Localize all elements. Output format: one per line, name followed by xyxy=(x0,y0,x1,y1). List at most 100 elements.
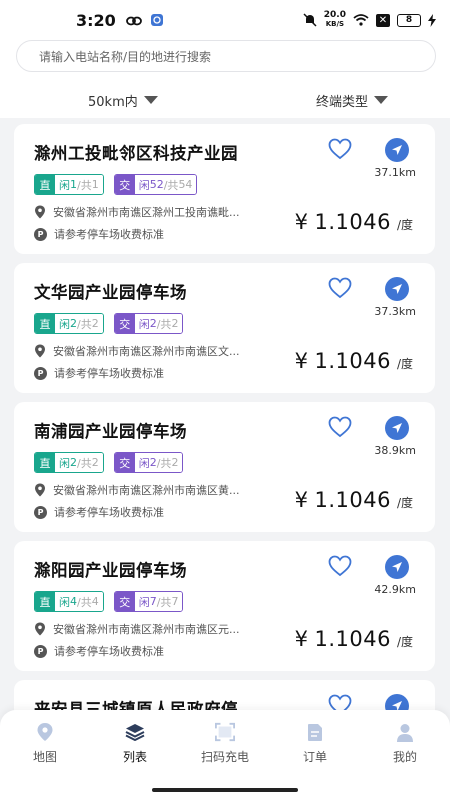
nav-label-scan: 扫码充电 xyxy=(200,750,249,764)
user-icon xyxy=(395,722,415,742)
terminal-type-filter[interactable]: 终端类型 xyxy=(238,86,450,114)
station-price: 1.1046 xyxy=(314,210,391,234)
parking-row: P 请参考停车场收费标准 xyxy=(34,226,284,242)
shield-app-icon xyxy=(150,14,163,26)
distance-filter[interactable]: 50km内 xyxy=(0,86,238,114)
location-pin-icon xyxy=(35,622,45,636)
distance-filter-label: 50km内 xyxy=(88,94,138,110)
home-indicator xyxy=(152,788,298,792)
station-list: 滁州工投毗邻区科技产业园 37.1km 直闲 1/共 1 交闲 52/共 54 安徽省滁州市南谯… xyxy=(14,124,436,800)
dc-total-label: /共 xyxy=(77,456,92,470)
ac-free-count: 52 xyxy=(149,178,164,191)
dc-charger-badge: 直闲 2/共 2 xyxy=(34,452,104,473)
nav-item-list[interactable]: 列表 xyxy=(90,710,180,800)
heart-icon[interactable] xyxy=(328,416,352,438)
station-card[interactable]: 文华园产业园停车场 37.3km 直闲 2/共 2 交闲 2/共 2 安徽省滁州市南谯区滁州市南… xyxy=(14,263,435,393)
dc-free-label: 闲 xyxy=(59,456,70,470)
station-distance: 42.9km xyxy=(374,583,416,596)
navigate-button[interactable] xyxy=(385,416,409,440)
price-unit: /度 xyxy=(396,218,413,232)
search-input[interactable]: 请输入电站名称/目的地进行搜索 xyxy=(16,40,436,72)
nav-item-orders[interactable]: 订单 xyxy=(270,710,360,800)
ac-charger-badge: 交闲 7/共 7 xyxy=(113,591,184,612)
wifi-icon xyxy=(353,14,369,26)
status-time: 3:20 xyxy=(76,10,116,30)
station-price: 1.1046 xyxy=(314,627,391,651)
currency-symbol: ¥ xyxy=(294,627,309,651)
parking-icon: P xyxy=(34,227,47,241)
charger-badges: 直闲 1/共 1 交闲 52/共 54 xyxy=(34,174,198,195)
navigate-button[interactable] xyxy=(385,138,409,162)
nav-item-map[interactable]: 地图 xyxy=(0,710,90,800)
location-pin-icon xyxy=(35,205,45,219)
nav-item-profile[interactable]: 我的 xyxy=(360,710,450,800)
parking-row: P 请参考停车场收费标准 xyxy=(34,643,284,659)
net-speed-unit: KB/S xyxy=(325,20,345,28)
navigate-button[interactable] xyxy=(385,555,409,579)
dc-total-count: 4 xyxy=(91,595,99,608)
dc-tag: 直 xyxy=(35,453,55,472)
ac-total-label: /共 xyxy=(156,595,172,609)
dc-free-count: 2 xyxy=(70,456,77,469)
ac-charger-badge: 交闲 52/共 54 xyxy=(113,174,198,195)
currency-symbol: ¥ xyxy=(294,488,309,512)
header: 请输入电站名称/目的地进行搜索 50km内 终端类型 xyxy=(0,40,450,118)
status-bar: 3:20 20.0 KB/S ✕ 8 xyxy=(0,0,450,40)
ac-free-label: 闲 xyxy=(138,317,150,331)
dc-charger-badge: 直闲 1/共 1 xyxy=(34,174,104,195)
battery-icon: 8 xyxy=(397,13,421,27)
station-price: 1.1046 xyxy=(314,488,391,512)
parking-note: 请参考停车场收费标准 xyxy=(54,506,164,519)
navigate-button[interactable] xyxy=(385,277,409,301)
station-address-row: 安徽省滁州市南谯区滁州工投南谯毗... xyxy=(34,204,284,220)
dropdown-arrow-icon xyxy=(374,96,388,104)
ac-free-count: 2 xyxy=(149,456,157,469)
dc-tag: 直 xyxy=(35,592,55,611)
parking-row: P 请参考停车场收费标准 xyxy=(34,504,284,520)
heart-icon[interactable] xyxy=(328,277,352,299)
terminal-type-label: 终端类型 xyxy=(315,94,368,110)
ac-free-label: 闲 xyxy=(138,456,150,470)
currency-symbol: ¥ xyxy=(294,349,309,373)
station-address-row: 安徽省滁州市南谯区滁州市南谯区黄... xyxy=(34,482,284,498)
station-distance: 37.1km xyxy=(374,166,416,179)
document-icon xyxy=(305,722,325,742)
ac-total-label: /共 xyxy=(163,178,179,192)
station-address: 安徽省滁州市南谯区滁州市南谯区文... xyxy=(53,345,240,358)
navigation-arrow-icon xyxy=(392,145,402,155)
station-address: 安徽省滁州市南谯区滁州市南谯区元... xyxy=(53,623,240,636)
dc-free-count: 1 xyxy=(70,178,77,191)
charger-badges: 直闲 4/共 4 交闲 7/共 7 xyxy=(34,591,184,612)
dc-free-label: 闲 xyxy=(59,317,70,331)
ac-free-count: 7 xyxy=(149,595,157,608)
search-placeholder: 请输入电站名称/目的地进行搜索 xyxy=(39,49,212,64)
nav-item-scan[interactable]: 扫码充电 xyxy=(180,710,270,800)
filter-bar: 50km内 终端类型 xyxy=(0,86,450,114)
nav-label-profile: 我的 xyxy=(392,750,417,764)
navigation-arrow-icon xyxy=(392,284,402,294)
station-card[interactable]: 南浦园产业园停车场 38.9km 直闲 2/共 2 交闲 2/共 2 安徽省滁州市南谯区滁州市南… xyxy=(14,402,435,532)
nav-label-list: 列表 xyxy=(122,750,147,764)
price-unit: /度 xyxy=(396,635,413,649)
charger-badges: 直闲 2/共 2 交闲 2/共 2 xyxy=(34,313,184,334)
dc-tag: 直 xyxy=(35,175,55,194)
station-address: 安徽省滁州市南谯区滁州工投南谯毗... xyxy=(53,206,240,219)
station-name: 滁阳园产业园停车场 xyxy=(34,561,187,580)
ac-tag: 交 xyxy=(114,592,135,611)
station-card[interactable]: 滁阳园产业园停车场 42.9km 直闲 4/共 4 交闲 7/共 7 安徽省滁州市南谯区滁州市南… xyxy=(14,541,435,671)
dc-charger-badge: 直闲 4/共 4 xyxy=(34,591,104,612)
nav-label-map: 地图 xyxy=(32,750,57,764)
dc-total-count: 2 xyxy=(91,456,99,469)
heart-icon[interactable] xyxy=(328,555,352,577)
station-distance: 38.9km xyxy=(374,444,416,457)
scan-icon xyxy=(215,722,235,742)
mute-bell-icon xyxy=(303,13,317,27)
station-address: 安徽省滁州市南谯区滁州市南谯区黄... xyxy=(53,484,240,497)
ac-tag: 交 xyxy=(114,175,135,194)
dc-free-label: 闲 xyxy=(59,178,70,192)
heart-icon[interactable] xyxy=(328,138,352,160)
ac-total-label: /共 xyxy=(156,456,172,470)
dc-total-label: /共 xyxy=(77,317,92,331)
station-card[interactable]: 滁州工投毗邻区科技产业园 37.1km 直闲 1/共 1 交闲 52/共 54 安徽省滁州市南谯… xyxy=(14,124,435,254)
parking-note: 请参考停车场收费标准 xyxy=(54,645,164,658)
